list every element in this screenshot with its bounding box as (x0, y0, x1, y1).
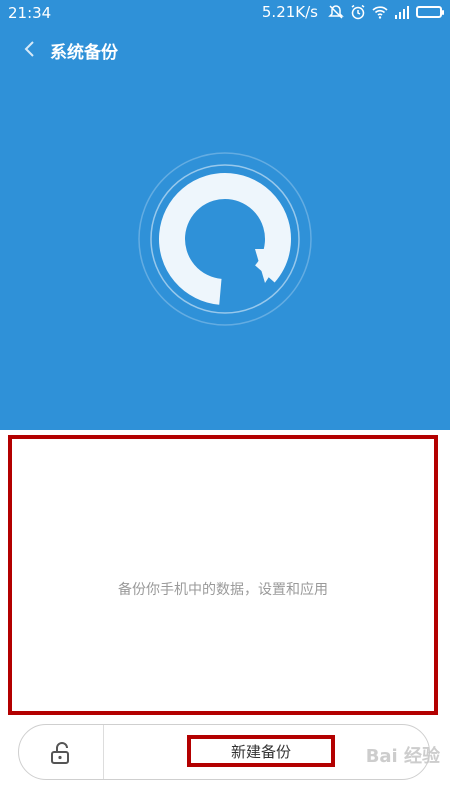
network-speed: 5.21K/s (261, 3, 318, 21)
lock-button[interactable] (19, 725, 104, 779)
signal-icon (395, 6, 409, 19)
backup-cycle-icon (138, 152, 312, 326)
status-bar: 21:34 5.21K/s (0, 0, 450, 26)
backup-description-panel: 备份你手机中的数据，设置和应用 (8, 435, 438, 715)
page-title: 系统备份 (50, 43, 118, 63)
chevron-left-icon[interactable] (20, 38, 42, 60)
new-backup-button[interactable]: 新建备份 (187, 735, 335, 767)
status-icons: 5.21K/s (261, 3, 444, 21)
header-area: 21:34 5.21K/s 系统备份 (0, 0, 450, 430)
battery-icon (416, 6, 444, 18)
unlock-icon (51, 742, 69, 764)
watermark: Bai 经验 (365, 746, 440, 767)
status-time: 21:34 (8, 4, 52, 22)
mute-icon (328, 5, 344, 19)
wifi-icon (372, 6, 388, 19)
backup-description: 备份你手机中的数据，设置和应用 (118, 582, 328, 598)
title-bar: 系统备份 (0, 30, 450, 70)
alarm-icon (351, 4, 365, 20)
